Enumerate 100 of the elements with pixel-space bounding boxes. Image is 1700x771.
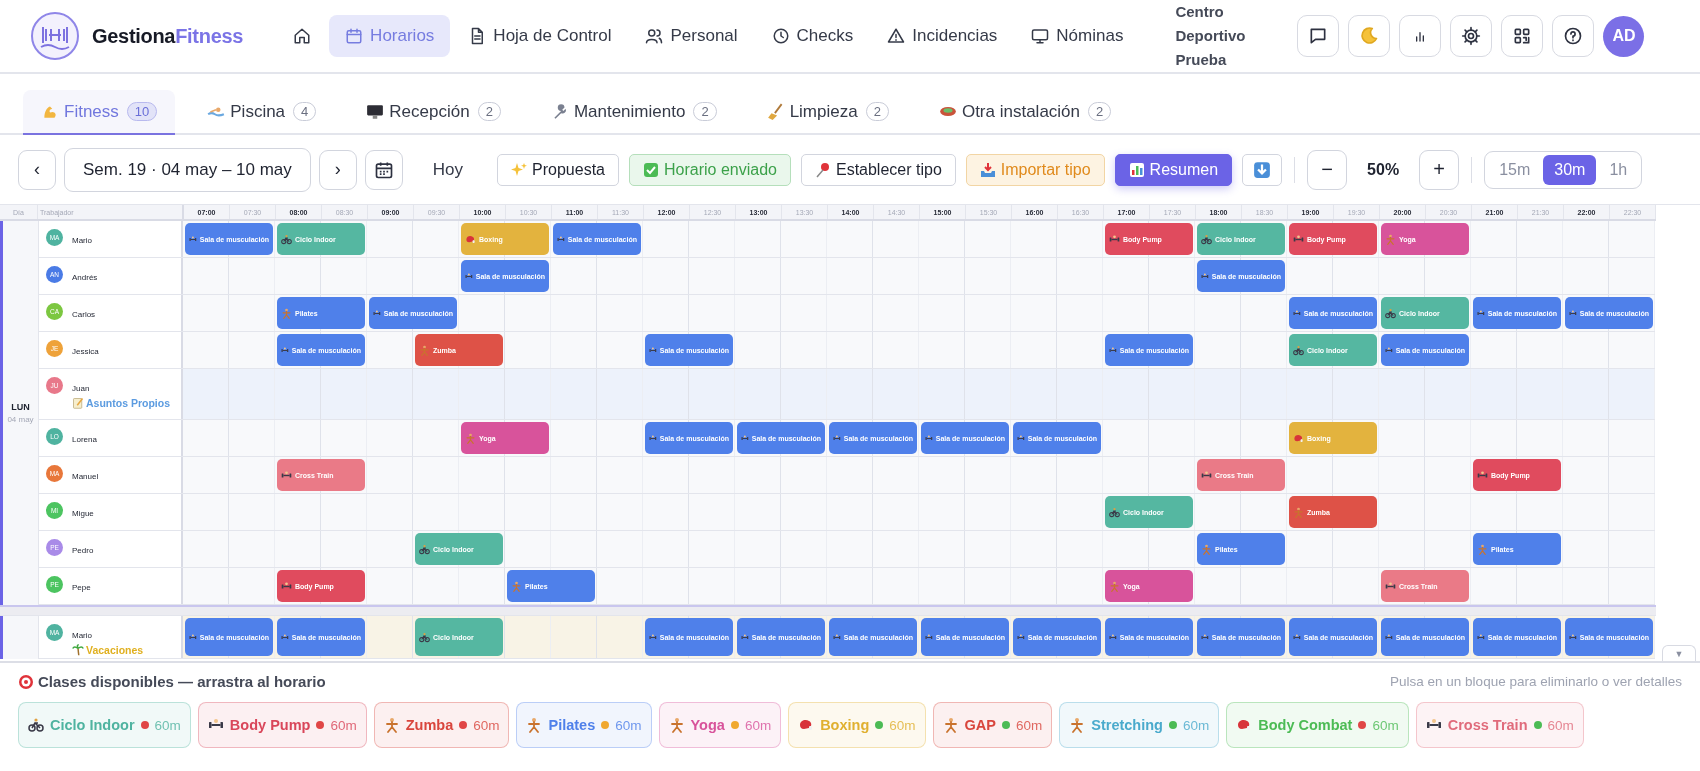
worker-name: Pedro	[72, 546, 94, 555]
class-chip[interactable]: Cross Train 60m	[1415, 702, 1584, 748]
interval-option[interactable]: 1h	[1598, 154, 1639, 185]
class-chip[interactable]: Body Combat 60m	[1226, 702, 1409, 748]
class-chip[interactable]: Zumba 60m	[373, 702, 510, 748]
nav-item[interactable]: Incidencias	[871, 15, 1014, 57]
boxing-glove-icon	[1236, 717, 1253, 733]
person-icon	[942, 717, 959, 733]
settings-button[interactable]	[1450, 15, 1493, 57]
person-icon	[668, 717, 685, 733]
person-icon	[1109, 580, 1120, 592]
action-button[interactable]: Establecer tipo	[800, 153, 956, 186]
center-name: Centro Deportivo Prueba	[1175, 2, 1247, 70]
people-icon	[645, 27, 664, 45]
worker-name: Carlos	[72, 310, 96, 319]
action-button[interactable]: Importar tipo	[965, 153, 1105, 186]
user-avatar[interactable]: AD	[1603, 15, 1645, 57]
action-button[interactable]: Propuesta	[497, 153, 619, 186]
palm-tree-icon	[72, 644, 84, 656]
next-week-button[interactable]: ›	[318, 149, 357, 190]
clock-icon	[771, 27, 790, 45]
tab[interactable]: Recepción 2	[348, 90, 519, 135]
dumbbell-icon	[281, 580, 292, 592]
nav-item[interactable]: Personal	[629, 15, 754, 57]
day-date: 04 may	[7, 415, 34, 424]
worker-name: Lorena	[72, 435, 97, 444]
today-button[interactable]: Hoy	[410, 159, 486, 180]
scroll-down-button[interactable]: ▼	[1662, 645, 1696, 661]
person-icon	[419, 344, 430, 356]
palette-title: Clases disponibles — arrastra al horario	[38, 673, 326, 690]
class-chip[interactable]: Stretching 60m	[1059, 702, 1220, 748]
logo-icon	[30, 11, 80, 61]
dumbbell-icon	[281, 469, 292, 481]
interval-option[interactable]: 15m	[1488, 154, 1542, 185]
action-button[interactable]: Resumen	[1114, 153, 1233, 186]
inbox-icon	[979, 161, 996, 178]
monitor-icon	[1031, 27, 1050, 45]
class-chip[interactable]: GAP 60m	[932, 702, 1053, 748]
class-chip[interactable]: Boxing 60m	[788, 702, 926, 748]
bicycle-icon	[1293, 344, 1304, 356]
tab[interactable]: Fitness 10	[23, 90, 176, 135]
calendar-icon	[345, 27, 364, 45]
brand-name: GestionaFitness	[92, 24, 244, 48]
worker-name: Mario	[72, 236, 92, 245]
bicycle-icon	[1201, 233, 1212, 245]
previous-week-button[interactable]: ‹	[18, 149, 56, 190]
tab[interactable]: Limpieza 2	[748, 90, 907, 135]
worker-name: Migue	[72, 509, 94, 518]
class-chip[interactable]: Ciclo Indoor 60m	[18, 702, 191, 748]
bicycle-icon	[281, 233, 292, 245]
zoom-in-button[interactable]: +	[1419, 149, 1460, 190]
settings-icon	[1461, 26, 1482, 46]
download-icon	[1253, 160, 1272, 179]
nav-item[interactable]: Horarios	[329, 15, 451, 57]
tab[interactable]: Piscina 4	[189, 90, 335, 135]
calendar-button[interactable]	[364, 149, 403, 190]
person-icon	[1069, 717, 1086, 733]
qr-code-icon	[1512, 26, 1533, 46]
nav-item[interactable]: Nóminas	[1015, 15, 1140, 57]
nav-item[interactable]: Checks	[755, 15, 870, 57]
person-icon	[511, 580, 522, 592]
person-icon	[526, 717, 543, 733]
day-label: LUN	[11, 402, 30, 412]
class-chip[interactable]: Pilates 60m	[516, 702, 652, 748]
worker-name: Andrés	[72, 273, 98, 282]
worker-name: Manuel	[72, 472, 99, 481]
nav-item[interactable]: Hoja de Control	[452, 15, 628, 57]
worker-name: Jessica	[72, 347, 99, 356]
bicycle-icon	[419, 631, 430, 643]
palette-hint: Pulsa en un bloque para eliminarlo o ver detalles	[1390, 674, 1682, 689]
qr-button[interactable]	[1501, 15, 1544, 57]
help-icon	[1563, 26, 1584, 46]
zoom-level: 50%	[1366, 160, 1401, 179]
person-icon	[281, 307, 292, 319]
download-button[interactable]	[1242, 153, 1283, 186]
interval-option[interactable]: 30m	[1543, 154, 1597, 185]
absence-label: Asuntos Propios	[86, 397, 170, 409]
chat-button[interactable]	[1297, 15, 1340, 57]
class-chip[interactable]: Body Pump 60m	[197, 702, 367, 748]
worker-name: Pepe	[72, 583, 91, 592]
person-icon	[1201, 543, 1212, 555]
tab[interactable]: Mantenimiento 2	[532, 90, 735, 135]
person-icon	[1477, 543, 1488, 555]
bicycle-icon	[419, 543, 430, 555]
help-button[interactable]	[1552, 15, 1595, 57]
tab[interactable]: Otra instalación 2	[920, 90, 1130, 135]
action-button[interactable]: Horario enviado	[629, 153, 791, 186]
week-selector[interactable]: Sem. 19 · 04 may – 10 may	[64, 147, 311, 192]
person-icon	[1385, 233, 1396, 245]
class-chip[interactable]: Yoga 60m	[658, 702, 782, 748]
boxing-glove-icon	[465, 233, 476, 245]
worker-name: Juan	[72, 384, 91, 393]
check-icon	[643, 161, 659, 178]
dumbbell-icon	[1109, 233, 1120, 245]
moon-icon	[1359, 26, 1380, 46]
zoom-out-button[interactable]: −	[1307, 149, 1348, 190]
home-icon	[293, 27, 312, 45]
worker-name: Mario	[72, 631, 93, 640]
absence-label: Vacaciones	[86, 644, 144, 656]
boxing-glove-icon	[1293, 432, 1304, 444]
